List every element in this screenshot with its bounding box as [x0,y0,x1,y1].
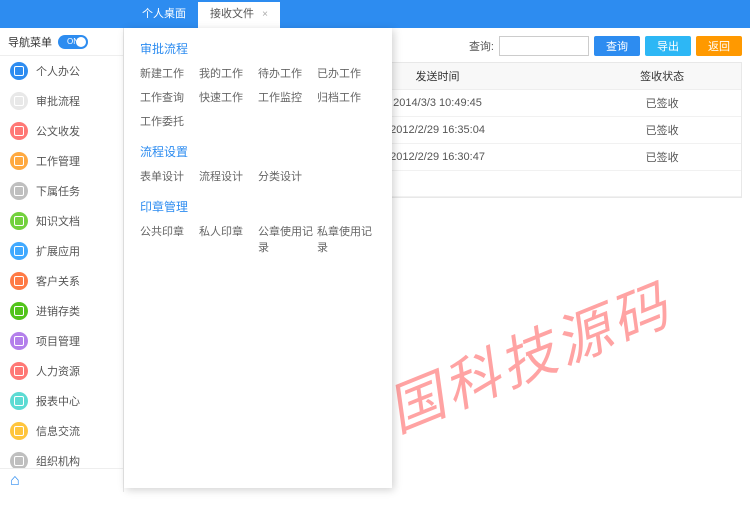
sidebar-item-icon [10,212,28,230]
sidebar-item[interactable]: 扩展应用 [0,236,123,266]
tab-desktop[interactable]: 个人桌面 [130,0,198,28]
sidebar-item[interactable]: 下属任务 [0,176,123,206]
sidebar-item-icon [10,302,28,320]
close-icon[interactable]: × [262,9,268,20]
mega-link[interactable]: 归档工作 [317,89,376,105]
mega-link[interactable]: 工作查询 [140,89,199,105]
sidebar-item-label: 公文收发 [36,123,80,139]
sidebar-item[interactable]: 信息交流 [0,416,123,446]
sidebar-item-icon [10,332,28,350]
sidebar-item-label: 组织机构 [36,453,80,468]
export-button[interactable]: 导出 [645,36,691,56]
sidebar-item[interactable]: 项目管理 [0,326,123,356]
sidebar-item-label: 工作管理 [36,153,80,169]
sidebar-item[interactable]: 工作管理 [0,146,123,176]
sidebar-item-label: 信息交流 [36,423,80,439]
sidebar-item-icon [10,242,28,260]
mega-link[interactable]: 流程设计 [199,168,258,184]
mega-link[interactable]: 待办工作 [258,65,317,81]
sidebar-item-icon [10,122,28,140]
mega-link[interactable]: 工作委托 [140,113,199,129]
search-label: 查询: [469,38,494,54]
sidebar-item[interactable]: 组织机构 [0,446,123,468]
mega-menu: 审批流程 新建工作我的工作待办工作已办工作工作查询快速工作工作监控归档工作工作委… [124,28,392,488]
sidebar-footer: ⌂ [0,468,123,492]
sidebar-item-label: 下属任务 [36,183,80,199]
mega-section-title: 审批流程 [140,40,376,57]
back-button[interactable]: 返回 [696,36,742,56]
sidebar-item-icon [10,92,28,110]
nav-label: 导航菜单 [8,34,52,50]
mega-link[interactable]: 私人印章 [199,223,258,255]
mega-link[interactable]: 公章使用记录 [258,223,317,255]
cell-status: 已签收 [583,90,741,117]
nav-toggle[interactable]: ON [58,35,88,49]
sidebar-item[interactable]: 报表中心 [0,386,123,416]
mega-link[interactable]: 分类设计 [258,168,317,184]
query-button[interactable]: 查询 [594,36,640,56]
tab-label: 接收文件 [210,8,254,20]
mega-link[interactable]: 我的工作 [199,65,258,81]
sidebar-item[interactable]: 人力资源 [0,356,123,386]
sidebar-item-label: 扩展应用 [36,243,80,259]
sidebar-item-icon [10,362,28,380]
sidebar-nav-list: 个人办公审批流程公文收发工作管理下属任务知识文档扩展应用客户关系进销存类项目管理… [0,56,123,468]
sidebar-item-icon [10,62,28,80]
tab-receive-files[interactable]: 接收文件 × [198,0,280,28]
sidebar-item-icon [10,392,28,410]
sidebar-item-icon [10,182,28,200]
sidebar-item-label: 进销存类 [36,303,80,319]
mega-link[interactable]: 私章使用记录 [317,223,376,255]
home-icon[interactable]: ⌂ [10,472,20,490]
sidebar: 导航菜单 ON 个人办公审批流程公文收发工作管理下属任务知识文档扩展应用客户关系… [0,28,124,492]
sidebar-header: 导航菜单 ON [0,28,123,56]
sidebar-item[interactable]: 客户关系 [0,266,123,296]
mega-link[interactable]: 工作监控 [258,89,317,105]
cell-status: 已签收 [583,144,741,171]
sidebar-item[interactable]: 个人办公 [0,56,123,86]
sidebar-item-icon [10,272,28,290]
sidebar-item[interactable]: 知识文档 [0,206,123,236]
sidebar-item-label: 项目管理 [36,333,80,349]
sidebar-item-icon [10,422,28,440]
mega-link[interactable]: 快速工作 [199,89,258,105]
sidebar-item-label: 客户关系 [36,273,80,289]
top-tab-bar: 个人桌面 接收文件 × [0,0,750,28]
sidebar-item[interactable]: 公文收发 [0,116,123,146]
mega-link[interactable]: 新建工作 [140,65,199,81]
sidebar-item[interactable]: 审批流程 [0,86,123,116]
mega-link[interactable]: 表单设计 [140,168,199,184]
cell-status: 已签收 [583,117,741,144]
sidebar-item-label: 报表中心 [36,393,80,409]
sidebar-item[interactable]: 进销存类 [0,296,123,326]
sidebar-item-label: 人力资源 [36,363,80,379]
mega-section-title: 印章管理 [140,198,376,215]
sidebar-item-label: 审批流程 [36,93,80,109]
sidebar-item-label: 知识文档 [36,213,80,229]
mega-link[interactable]: 已办工作 [317,65,376,81]
sidebar-item-label: 个人办公 [36,63,80,79]
search-input[interactable] [499,36,589,56]
mega-section-title: 流程设置 [140,143,376,160]
sidebar-item-icon [10,152,28,170]
sidebar-item-icon [10,452,28,468]
col-status: 签收状态 [583,63,741,90]
mega-link[interactable]: 公共印章 [140,223,199,255]
